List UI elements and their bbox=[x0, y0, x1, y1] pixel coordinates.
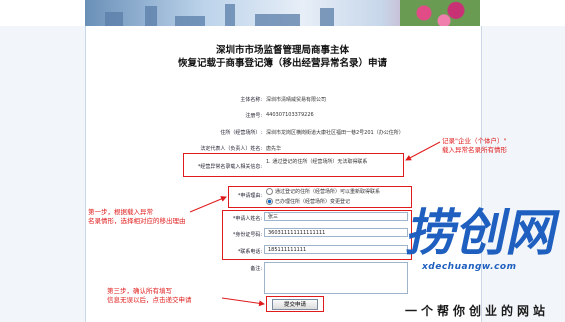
reason-option-2[interactable]: 已办理住所（经营场所）变更登记 bbox=[266, 198, 350, 205]
radio-selected-icon[interactable] bbox=[266, 198, 273, 205]
reg-no-label: 注册号: bbox=[245, 113, 262, 119]
logo-slogan: 一个帮你创业的网站 bbox=[405, 304, 550, 318]
id-label: *身份证号码: bbox=[232, 232, 262, 238]
reason-option-2-label: 已办理住所（经营场所）变更登记 bbox=[275, 199, 351, 205]
phone-label: *联系电话: bbox=[237, 249, 262, 255]
address-label: 住所（经营场所）: bbox=[220, 130, 262, 136]
annotation-right: 记录"企业（个体户）" 载入异常名录所有情形 bbox=[442, 137, 507, 155]
abnormal-info-label: *经营异常名录载入相关信息: bbox=[197, 164, 262, 170]
legal-rep-label: 法定代表人（负责人）姓名: bbox=[200, 146, 262, 152]
annotation-bottom: 第三步，确认所有填写 信息无误以后，点击递交申请 bbox=[107, 287, 192, 305]
reason-option-1[interactable]: 通过登记的住所（经营场所）可以重新取得联系 bbox=[266, 188, 380, 195]
form-title-line1: 深圳市市场监督管理局商事主体 bbox=[215, 45, 349, 56]
left-margin bbox=[0, 26, 85, 322]
remarks-label: 备注: bbox=[250, 266, 262, 272]
company-name-label: 主体名称: bbox=[240, 97, 262, 103]
annotation-bottom-line1: 第三步，确认所有填写 bbox=[107, 287, 172, 295]
reg-no-value: 440307103379226 bbox=[266, 112, 314, 118]
phone-input[interactable]: 185111111111 bbox=[264, 245, 408, 254]
id-number-input[interactable]: 360311111111111111 bbox=[264, 228, 408, 237]
annotation-left: 第一步，根据载入异常 名录情形，选择相对应的移出理由 bbox=[88, 208, 186, 226]
address-value: 深圳市龙岗区横岗街道大康社区福田一巷2号201（办公住所） bbox=[266, 130, 404, 136]
annotation-right-line1: 记录"企业（个体户）" bbox=[442, 137, 507, 145]
radio-icon[interactable] bbox=[266, 188, 273, 195]
reason-option-1-label: 通过登记的住所（经营场所）可以重新取得联系 bbox=[275, 189, 381, 195]
logo-url: xdechuangw.com bbox=[422, 262, 517, 272]
remarks-textarea[interactable] bbox=[264, 262, 408, 294]
header-banner bbox=[85, 0, 480, 26]
abnormal-info-value: 1. 通过登记的住所（经营场所）无法取得联系 bbox=[266, 159, 368, 165]
logo-text: 捞创网 bbox=[402, 204, 562, 260]
reason-label: *申请理由: bbox=[237, 193, 262, 199]
flower-decoration bbox=[400, 0, 480, 26]
applicant-input[interactable]: 张三 bbox=[264, 212, 408, 221]
annotation-right-line2: 载入异常名录所有情形 bbox=[442, 146, 507, 154]
company-name-value: 深圳市清晴威贸易有限公司 bbox=[266, 97, 327, 103]
legal-rep-value: 唐先华 bbox=[266, 146, 282, 152]
form-title-line2: 恢复记载于商事登记簿（移出经营异常名录）申请 bbox=[177, 58, 387, 69]
submit-button[interactable]: 提交申请 bbox=[272, 299, 318, 310]
right-margin bbox=[481, 26, 565, 322]
site-logo: 捞创网 bbox=[402, 204, 562, 260]
annotation-left-line2: 名录情形，选择相对应的移出理由 bbox=[88, 217, 186, 225]
annotation-bottom-line2: 信息无误以后，点击递交申请 bbox=[107, 296, 192, 304]
annotation-left-line1: 第一步，根据载入异常 bbox=[88, 208, 153, 216]
